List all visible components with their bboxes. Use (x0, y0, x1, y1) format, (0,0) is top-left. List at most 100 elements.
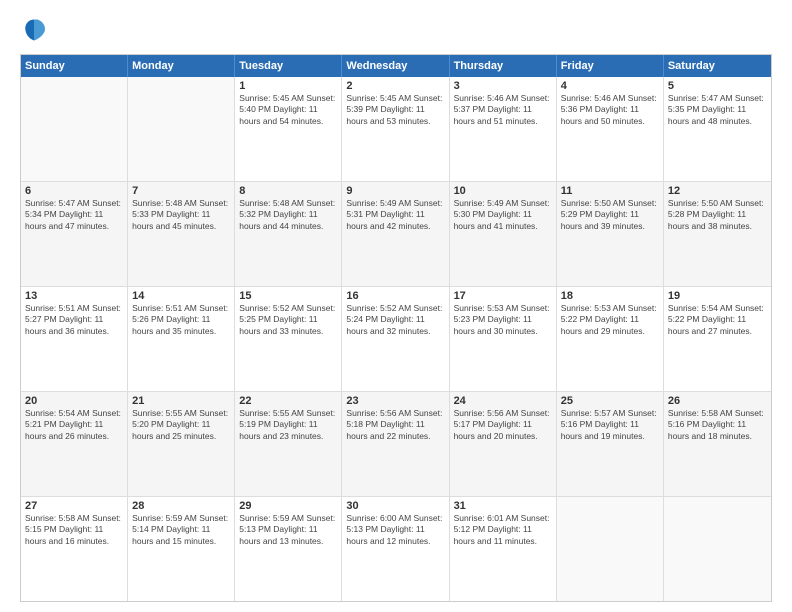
calendar-cell-1-6: 12Sunrise: 5:50 AM Sunset: 5:28 PM Dayli… (664, 182, 771, 286)
header-day-sunday: Sunday (21, 55, 128, 77)
cell-date: 4 (561, 80, 659, 92)
calendar-cell-2-0: 13Sunrise: 5:51 AM Sunset: 5:27 PM Dayli… (21, 287, 128, 391)
cell-detail: Sunrise: 5:53 AM Sunset: 5:22 PM Dayligh… (561, 303, 659, 337)
calendar-week-3: 20Sunrise: 5:54 AM Sunset: 5:21 PM Dayli… (21, 391, 771, 496)
cell-detail: Sunrise: 5:50 AM Sunset: 5:28 PM Dayligh… (668, 198, 767, 232)
cell-detail: Sunrise: 5:48 AM Sunset: 5:33 PM Dayligh… (132, 198, 230, 232)
cell-detail: Sunrise: 5:46 AM Sunset: 5:37 PM Dayligh… (454, 93, 552, 127)
cell-detail: Sunrise: 5:54 AM Sunset: 5:21 PM Dayligh… (25, 408, 123, 442)
cell-date: 29 (239, 500, 337, 512)
calendar-cell-0-0 (21, 77, 128, 181)
calendar-cell-2-1: 14Sunrise: 5:51 AM Sunset: 5:26 PM Dayli… (128, 287, 235, 391)
calendar-cell-0-1 (128, 77, 235, 181)
cell-detail: Sunrise: 5:59 AM Sunset: 5:13 PM Dayligh… (239, 513, 337, 547)
cell-date: 9 (346, 185, 444, 197)
calendar-cell-4-5 (557, 497, 664, 601)
calendar-cell-3-2: 22Sunrise: 5:55 AM Sunset: 5:19 PM Dayli… (235, 392, 342, 496)
calendar: SundayMondayTuesdayWednesdayThursdayFrid… (20, 54, 772, 602)
cell-date: 6 (25, 185, 123, 197)
cell-date: 19 (668, 290, 767, 302)
cell-date: 31 (454, 500, 552, 512)
header-day-wednesday: Wednesday (342, 55, 449, 77)
cell-date: 3 (454, 80, 552, 92)
cell-detail: Sunrise: 5:50 AM Sunset: 5:29 PM Dayligh… (561, 198, 659, 232)
cell-date: 21 (132, 395, 230, 407)
cell-date: 26 (668, 395, 767, 407)
cell-detail: Sunrise: 5:52 AM Sunset: 5:24 PM Dayligh… (346, 303, 444, 337)
logo-icon (20, 16, 48, 44)
cell-date: 25 (561, 395, 659, 407)
header-day-saturday: Saturday (664, 55, 771, 77)
calendar-header: SundayMondayTuesdayWednesdayThursdayFrid… (21, 55, 771, 77)
cell-date: 12 (668, 185, 767, 197)
cell-date: 14 (132, 290, 230, 302)
calendar-cell-4-2: 29Sunrise: 5:59 AM Sunset: 5:13 PM Dayli… (235, 497, 342, 601)
cell-date: 28 (132, 500, 230, 512)
calendar-cell-0-3: 2Sunrise: 5:45 AM Sunset: 5:39 PM Daylig… (342, 77, 449, 181)
calendar-cell-3-5: 25Sunrise: 5:57 AM Sunset: 5:16 PM Dayli… (557, 392, 664, 496)
calendar-cell-4-1: 28Sunrise: 5:59 AM Sunset: 5:14 PM Dayli… (128, 497, 235, 601)
calendar-cell-4-6 (664, 497, 771, 601)
cell-date: 13 (25, 290, 123, 302)
cell-detail: Sunrise: 5:55 AM Sunset: 5:19 PM Dayligh… (239, 408, 337, 442)
cell-date: 27 (25, 500, 123, 512)
calendar-cell-4-4: 31Sunrise: 6:01 AM Sunset: 5:12 PM Dayli… (450, 497, 557, 601)
cell-detail: Sunrise: 5:54 AM Sunset: 5:22 PM Dayligh… (668, 303, 767, 337)
cell-date: 24 (454, 395, 552, 407)
calendar-cell-0-2: 1Sunrise: 5:45 AM Sunset: 5:40 PM Daylig… (235, 77, 342, 181)
cell-detail: Sunrise: 5:58 AM Sunset: 5:15 PM Dayligh… (25, 513, 123, 547)
calendar-cell-0-6: 5Sunrise: 5:47 AM Sunset: 5:35 PM Daylig… (664, 77, 771, 181)
cell-detail: Sunrise: 5:49 AM Sunset: 5:31 PM Dayligh… (346, 198, 444, 232)
cell-detail: Sunrise: 6:01 AM Sunset: 5:12 PM Dayligh… (454, 513, 552, 547)
cell-date: 1 (239, 80, 337, 92)
cell-detail: Sunrise: 5:51 AM Sunset: 5:26 PM Dayligh… (132, 303, 230, 337)
calendar-cell-3-1: 21Sunrise: 5:55 AM Sunset: 5:20 PM Dayli… (128, 392, 235, 496)
calendar-cell-1-0: 6Sunrise: 5:47 AM Sunset: 5:34 PM Daylig… (21, 182, 128, 286)
calendar-cell-0-4: 3Sunrise: 5:46 AM Sunset: 5:37 PM Daylig… (450, 77, 557, 181)
calendar-cell-1-4: 10Sunrise: 5:49 AM Sunset: 5:30 PM Dayli… (450, 182, 557, 286)
calendar-week-1: 6Sunrise: 5:47 AM Sunset: 5:34 PM Daylig… (21, 181, 771, 286)
logo (20, 16, 52, 44)
calendar-week-4: 27Sunrise: 5:58 AM Sunset: 5:15 PM Dayli… (21, 496, 771, 601)
calendar-week-0: 1Sunrise: 5:45 AM Sunset: 5:40 PM Daylig… (21, 77, 771, 181)
cell-date: 10 (454, 185, 552, 197)
cell-detail: Sunrise: 5:49 AM Sunset: 5:30 PM Dayligh… (454, 198, 552, 232)
cell-detail: Sunrise: 5:53 AM Sunset: 5:23 PM Dayligh… (454, 303, 552, 337)
cell-detail: Sunrise: 5:56 AM Sunset: 5:17 PM Dayligh… (454, 408, 552, 442)
cell-detail: Sunrise: 5:55 AM Sunset: 5:20 PM Dayligh… (132, 408, 230, 442)
calendar-cell-3-4: 24Sunrise: 5:56 AM Sunset: 5:17 PM Dayli… (450, 392, 557, 496)
cell-detail: Sunrise: 5:45 AM Sunset: 5:39 PM Dayligh… (346, 93, 444, 127)
cell-date: 11 (561, 185, 659, 197)
cell-detail: Sunrise: 5:46 AM Sunset: 5:36 PM Dayligh… (561, 93, 659, 127)
calendar-cell-1-1: 7Sunrise: 5:48 AM Sunset: 5:33 PM Daylig… (128, 182, 235, 286)
cell-detail: Sunrise: 5:57 AM Sunset: 5:16 PM Dayligh… (561, 408, 659, 442)
cell-date: 5 (668, 80, 767, 92)
calendar-cell-4-0: 27Sunrise: 5:58 AM Sunset: 5:15 PM Dayli… (21, 497, 128, 601)
calendar-cell-3-6: 26Sunrise: 5:58 AM Sunset: 5:16 PM Dayli… (664, 392, 771, 496)
cell-detail: Sunrise: 5:48 AM Sunset: 5:32 PM Dayligh… (239, 198, 337, 232)
calendar-cell-2-3: 16Sunrise: 5:52 AM Sunset: 5:24 PM Dayli… (342, 287, 449, 391)
calendar-cell-3-3: 23Sunrise: 5:56 AM Sunset: 5:18 PM Dayli… (342, 392, 449, 496)
header-day-friday: Friday (557, 55, 664, 77)
calendar-cell-2-5: 18Sunrise: 5:53 AM Sunset: 5:22 PM Dayli… (557, 287, 664, 391)
header (20, 16, 772, 44)
calendar-cell-2-6: 19Sunrise: 5:54 AM Sunset: 5:22 PM Dayli… (664, 287, 771, 391)
cell-date: 16 (346, 290, 444, 302)
cell-detail: Sunrise: 6:00 AM Sunset: 5:13 PM Dayligh… (346, 513, 444, 547)
cell-date: 2 (346, 80, 444, 92)
cell-date: 20 (25, 395, 123, 407)
cell-date: 22 (239, 395, 337, 407)
calendar-week-2: 13Sunrise: 5:51 AM Sunset: 5:27 PM Dayli… (21, 286, 771, 391)
cell-detail: Sunrise: 5:51 AM Sunset: 5:27 PM Dayligh… (25, 303, 123, 337)
calendar-body: 1Sunrise: 5:45 AM Sunset: 5:40 PM Daylig… (21, 77, 771, 601)
cell-date: 18 (561, 290, 659, 302)
header-day-thursday: Thursday (450, 55, 557, 77)
page: SundayMondayTuesdayWednesdayThursdayFrid… (0, 0, 792, 612)
cell-detail: Sunrise: 5:56 AM Sunset: 5:18 PM Dayligh… (346, 408, 444, 442)
cell-date: 8 (239, 185, 337, 197)
cell-detail: Sunrise: 5:58 AM Sunset: 5:16 PM Dayligh… (668, 408, 767, 442)
cell-detail: Sunrise: 5:47 AM Sunset: 5:34 PM Dayligh… (25, 198, 123, 232)
cell-detail: Sunrise: 5:47 AM Sunset: 5:35 PM Dayligh… (668, 93, 767, 127)
cell-detail: Sunrise: 5:45 AM Sunset: 5:40 PM Dayligh… (239, 93, 337, 127)
calendar-cell-1-3: 9Sunrise: 5:49 AM Sunset: 5:31 PM Daylig… (342, 182, 449, 286)
